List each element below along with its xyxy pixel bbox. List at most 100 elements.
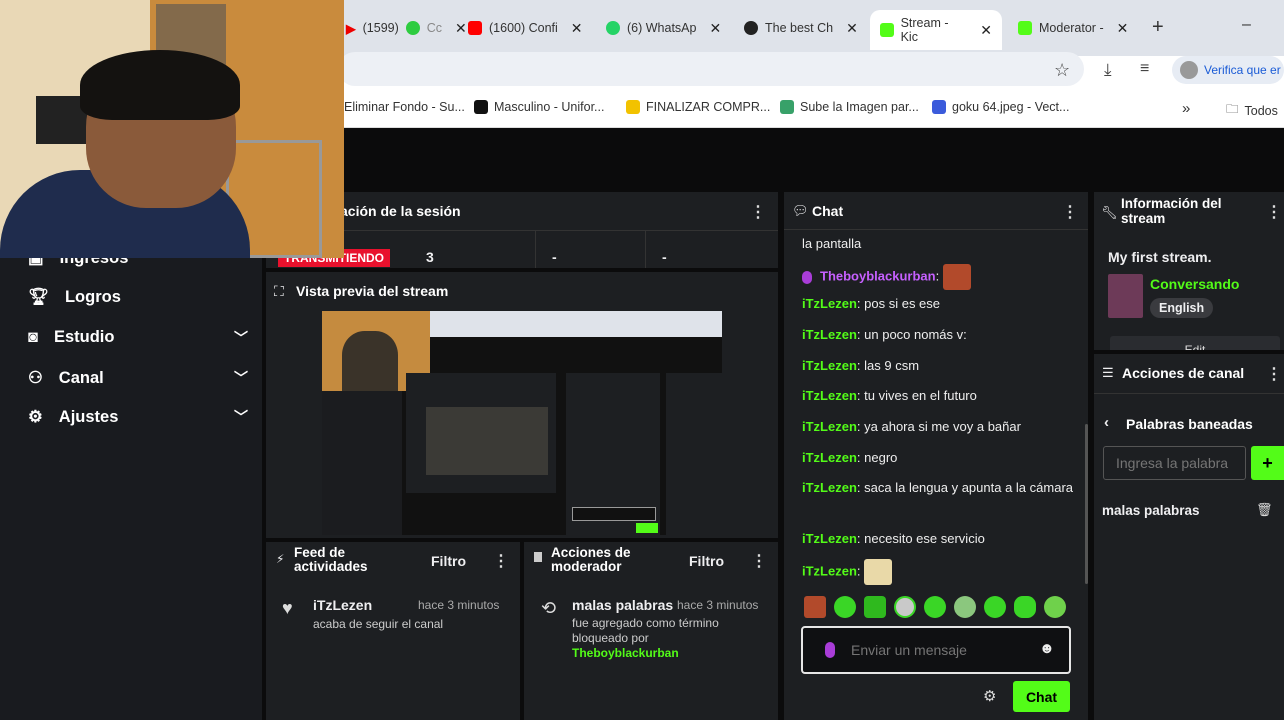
chat-message: iTzLezen: <box>802 559 1082 585</box>
chat-message: iTzLezen: tu vives en el futuro <box>802 388 977 403</box>
bookmark-star-icon[interactable]: ☆ <box>1054 60 1070 81</box>
trophy-icon: 🏆︎ <box>28 288 49 306</box>
chat-message: iTzLezen: negro <box>802 450 898 465</box>
download-icon[interactable]: ⤓ <box>1104 60 1112 80</box>
new-tab-button[interactable]: + <box>1152 16 1164 39</box>
emote-image <box>942 264 971 290</box>
users-icon: ⚇ <box>28 369 43 387</box>
tab-moderator[interactable]: Moderator - ✕ <box>1018 14 1128 42</box>
stream-category[interactable]: Conversando <box>1150 276 1239 292</box>
channel-actions-panel <box>1094 354 1284 720</box>
chat-username[interactable]: Theboyblackurban <box>820 268 936 283</box>
sidebar-item-canal[interactable]: ⚇ Canal ﹀ <box>28 368 248 388</box>
emote-icon[interactable] <box>1014 596 1036 618</box>
close-tab-icon[interactable]: ✕ <box>980 22 992 39</box>
chat-scrollbar[interactable] <box>1085 424 1088 584</box>
close-tab-icon[interactable]: ✕ <box>709 20 721 37</box>
emote-icon[interactable] <box>834 596 856 618</box>
tab-youtube-1[interactable]: ▶ (1599) Cc ✕ <box>346 14 467 42</box>
chat-message: Theboyblackurban: <box>802 264 1082 290</box>
page-header <box>262 128 1284 190</box>
openai-icon <box>744 21 758 35</box>
kick-icon <box>1018 21 1032 35</box>
preview-title: Vista previa del stream <box>296 283 449 299</box>
bookmark-item[interactable]: Sube la Imagen par... <box>780 100 919 114</box>
banned-word-input[interactable] <box>1103 446 1246 480</box>
tab-youtube-2[interactable]: (1600) Confi ✕ <box>468 14 583 42</box>
sidebar-item-estudio[interactable]: ◙ Estudio ﹀ <box>28 328 248 347</box>
session-menu-icon[interactable]: ⋮ <box>750 202 766 222</box>
emote-icon[interactable] <box>924 596 946 618</box>
emote-icon[interactable] <box>1044 596 1066 618</box>
microphone-icon <box>825 642 835 658</box>
bookmark-item[interactable]: goku 64.jpeg - Vect... <box>932 100 1069 114</box>
undo-icon[interactable]: ⟲ <box>541 598 556 619</box>
channel-actions-menu-icon[interactable]: ⋮ <box>1266 364 1282 384</box>
add-banned-word-button[interactable]: + <box>1251 446 1284 480</box>
youtube-icon <box>468 21 482 35</box>
chat-username[interactable]: iTzLezen <box>802 358 857 373</box>
language-tag: English <box>1150 298 1214 318</box>
modactions-filter-button[interactable]: Filtro <box>689 553 724 569</box>
chat-message-input[interactable] <box>851 640 1021 660</box>
chat-username[interactable]: iTzLezen <box>802 450 857 465</box>
feed-menu-icon[interactable]: ⋮ <box>493 551 509 571</box>
bookmark-item[interactable]: FINALIZAR COMPR... <box>626 100 770 114</box>
feed-filter-button[interactable]: Filtro <box>431 553 466 569</box>
modactions-menu-icon[interactable]: ⋮ <box>751 551 767 571</box>
emote-bar <box>804 596 1066 618</box>
tab-the-best[interactable]: The best Ch ✕ <box>744 14 858 42</box>
divider <box>1094 393 1284 394</box>
close-tab-icon[interactable]: ✕ <box>571 20 583 37</box>
bookmark-item[interactable]: Masculino - Unifor... <box>474 100 604 114</box>
bookmark-item[interactable]: Eliminar Fondo - Su... <box>344 100 465 114</box>
bookmarks-more-button[interactable]: » <box>1182 100 1190 117</box>
stream-info-menu-icon[interactable]: ⋮ <box>1266 202 1282 222</box>
chat-message: iTzLezen: las 9 csm <box>802 358 920 373</box>
chevron-down-icon: ﹀ <box>234 409 248 425</box>
minimize-button[interactable]: – <box>1242 16 1251 34</box>
emote-icon[interactable] <box>954 596 976 618</box>
emote-icon[interactable] <box>864 596 886 618</box>
modaction-time: hace 3 minutos <box>677 598 759 612</box>
close-tab-icon[interactable]: ✕ <box>1117 20 1129 37</box>
all-bookmarks-button[interactable]: 🗀 Todos <box>1226 100 1278 121</box>
emoji-icon[interactable]: ☻ <box>1039 640 1055 657</box>
page-icon <box>474 100 488 114</box>
chat-menu-icon[interactable]: ⋮ <box>1062 202 1078 222</box>
stream-preview-video[interactable] <box>322 311 722 535</box>
chat-username[interactable]: iTzLezen <box>802 327 857 342</box>
emote-icon[interactable] <box>804 596 826 618</box>
sidebar-item-logros[interactable]: 🏆︎ Logros <box>28 288 248 307</box>
tab-stream-kick[interactable]: Stream - Kic ✕ <box>870 10 1002 50</box>
chat-username[interactable]: iTzLezen <box>802 388 857 403</box>
list-icon: ☰ <box>1102 365 1114 380</box>
emote-icon[interactable] <box>894 596 916 618</box>
profile-chip[interactable]: Verifica que er <box>1172 56 1284 84</box>
back-chevron-icon[interactable]: ‹ <box>1104 414 1109 431</box>
modaction-by-user[interactable]: Theboyblackurban <box>572 646 679 660</box>
tab-whatsapp[interactable]: (6) WhatsAp ✕ <box>606 14 721 42</box>
close-tab-icon[interactable]: ✕ <box>455 20 467 37</box>
trash-icon[interactable]: 🗑︎ <box>1256 502 1273 518</box>
page-icon <box>780 100 794 114</box>
emote-icon[interactable] <box>984 596 1006 618</box>
close-tab-icon[interactable]: ✕ <box>846 20 858 37</box>
stream-info-title: Información del stream <box>1121 196 1222 226</box>
chat-username[interactable]: iTzLezen <box>802 480 857 495</box>
folder-icon: 🗀 <box>1226 102 1239 116</box>
edit-stream-button[interactable]: Edit <box>1110 336 1280 350</box>
chat-send-button[interactable]: Chat <box>1013 681 1070 712</box>
chat-username[interactable]: iTzLezen <box>802 419 857 434</box>
chat-input-box[interactable]: ☻ <box>801 626 1071 674</box>
chat-username[interactable]: iTzLezen <box>802 563 857 578</box>
emote-image <box>864 559 893 585</box>
chat-settings-gear-icon[interactable]: ⚙ <box>983 687 996 705</box>
chat-username[interactable]: iTzLezen <box>802 296 857 311</box>
category-thumbnail <box>1108 274 1143 318</box>
reading-list-icon[interactable]: ≡ <box>1140 60 1149 78</box>
sidebar-item-ajustes[interactable]: ⚙ Ajustes ﹀ <box>28 407 248 427</box>
feed-user[interactable]: iTzLezen <box>313 597 372 613</box>
address-bar[interactable] <box>338 52 1084 86</box>
chat-username[interactable]: iTzLezen <box>802 531 857 546</box>
